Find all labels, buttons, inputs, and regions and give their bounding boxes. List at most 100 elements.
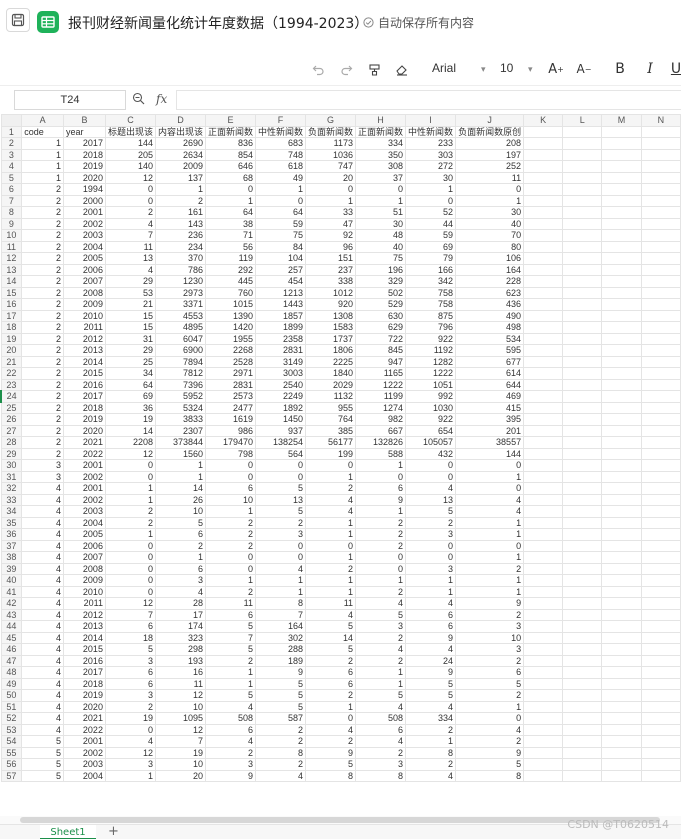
cell[interactable]: 2029 bbox=[305, 378, 357, 391]
cell[interactable]: 0 bbox=[405, 459, 457, 472]
cell[interactable]: 106 bbox=[455, 252, 525, 265]
cell[interactable]: 786 bbox=[154, 263, 206, 276]
cell[interactable]: 1955 bbox=[204, 332, 257, 345]
cell[interactable]: 5 bbox=[204, 620, 257, 633]
cell[interactable]: 1 bbox=[305, 194, 357, 207]
cell[interactable]: 2 bbox=[355, 585, 407, 598]
cell[interactable]: 395 bbox=[455, 413, 525, 426]
cell[interactable]: 1892 bbox=[254, 401, 307, 414]
cell[interactable]: 3 bbox=[355, 758, 407, 771]
cell[interactable]: 2008 bbox=[63, 286, 106, 299]
cell[interactable]: 4 bbox=[305, 505, 357, 518]
cell[interactable]: 2573 bbox=[204, 390, 257, 403]
cell[interactable]: 303 bbox=[405, 148, 457, 161]
cell[interactable]: 2358 bbox=[254, 332, 307, 345]
cell[interactable]: 75 bbox=[355, 252, 407, 265]
cell[interactable]: 0 bbox=[104, 574, 156, 587]
cell[interactable] bbox=[601, 493, 642, 506]
cell[interactable]: 2 bbox=[21, 367, 65, 380]
cell[interactable] bbox=[562, 631, 603, 644]
cell[interactable]: 508 bbox=[204, 712, 257, 725]
cell[interactable] bbox=[640, 125, 681, 138]
cell[interactable]: 4 bbox=[305, 723, 357, 736]
cell[interactable]: 12 bbox=[104, 171, 156, 184]
cell[interactable]: 11 bbox=[305, 597, 357, 610]
row-header[interactable]: 13 bbox=[0, 263, 23, 276]
cell[interactable]: 143 bbox=[154, 217, 206, 230]
cell[interactable]: 负面新闻数原创 bbox=[455, 125, 525, 138]
row-header[interactable]: 41 bbox=[0, 585, 23, 598]
italic-button[interactable]: I bbox=[644, 58, 656, 80]
cell[interactable]: 2003 bbox=[63, 505, 106, 518]
cell[interactable]: 1030 bbox=[405, 401, 457, 414]
cell[interactable]: 644 bbox=[455, 378, 525, 391]
cell[interactable]: 4 bbox=[204, 735, 257, 748]
cell[interactable]: 47 bbox=[305, 217, 357, 230]
cell[interactable]: 2015 bbox=[63, 367, 106, 380]
cell[interactable] bbox=[640, 470, 681, 483]
cell[interactable]: 2003 bbox=[63, 229, 106, 242]
cell[interactable] bbox=[640, 367, 681, 380]
undo-button[interactable] bbox=[309, 58, 327, 80]
cell[interactable] bbox=[601, 229, 642, 242]
cell[interactable] bbox=[523, 344, 564, 357]
cell[interactable]: 2 bbox=[21, 263, 65, 276]
cell[interactable]: 2019 bbox=[63, 160, 106, 173]
cell[interactable]: 7 bbox=[254, 608, 307, 621]
cell[interactable] bbox=[562, 413, 603, 426]
cell[interactable]: 0 bbox=[204, 183, 257, 196]
cell[interactable]: 2 bbox=[204, 654, 257, 667]
cell[interactable]: 1857 bbox=[254, 309, 307, 322]
column-header[interactable]: D bbox=[154, 114, 206, 127]
cell[interactable] bbox=[562, 367, 603, 380]
cell[interactable]: 1583 bbox=[305, 321, 357, 334]
cell[interactable]: 1 bbox=[254, 574, 307, 587]
cell[interactable]: 5 bbox=[305, 643, 357, 656]
cell[interactable]: 11 bbox=[204, 597, 257, 610]
cell[interactable] bbox=[640, 528, 681, 541]
cell[interactable] bbox=[640, 229, 681, 242]
cell[interactable] bbox=[640, 689, 681, 702]
cell[interactable]: 2 bbox=[204, 585, 257, 598]
cell[interactable]: 2 bbox=[21, 298, 65, 311]
cell[interactable]: 4 bbox=[21, 608, 65, 621]
cell[interactable]: 2 bbox=[254, 758, 307, 771]
cell[interactable] bbox=[523, 585, 564, 598]
cell[interactable]: 1 bbox=[355, 666, 407, 679]
cell[interactable]: 3 bbox=[104, 689, 156, 702]
cell[interactable] bbox=[562, 470, 603, 483]
sheet-tab[interactable]: Sheet1 bbox=[40, 825, 96, 839]
cell[interactable]: 2002 bbox=[63, 470, 106, 483]
cell[interactable]: 4 bbox=[21, 574, 65, 587]
cell[interactable]: 1420 bbox=[204, 321, 257, 334]
cell[interactable]: 1 bbox=[455, 528, 525, 541]
row-header[interactable]: 39 bbox=[0, 562, 23, 575]
cell[interactable]: 2013 bbox=[63, 344, 106, 357]
row-header[interactable]: 21 bbox=[0, 355, 23, 368]
cell[interactable]: 2 bbox=[21, 194, 65, 207]
cell[interactable]: 1 bbox=[154, 183, 206, 196]
cell[interactable]: 2 bbox=[355, 528, 407, 541]
cell[interactable] bbox=[601, 424, 642, 437]
cell[interactable]: 0 bbox=[455, 482, 525, 495]
cell[interactable] bbox=[640, 746, 681, 759]
column-header[interactable]: H bbox=[355, 114, 407, 127]
cell[interactable] bbox=[562, 562, 603, 575]
cell[interactable]: 1 bbox=[204, 677, 257, 690]
cell[interactable] bbox=[523, 355, 564, 368]
cell[interactable] bbox=[601, 608, 642, 621]
underline-button[interactable]: U bbox=[670, 58, 681, 80]
cell[interactable] bbox=[601, 367, 642, 380]
cell[interactable]: 6 bbox=[305, 666, 357, 679]
cell[interactable]: 12 bbox=[154, 723, 206, 736]
cell[interactable] bbox=[601, 505, 642, 518]
row-header[interactable]: 22 bbox=[0, 367, 23, 380]
row-header[interactable]: 28 bbox=[0, 436, 23, 449]
cell[interactable]: 3 bbox=[455, 643, 525, 656]
cell[interactable]: 1 bbox=[305, 574, 357, 587]
cell[interactable]: 2 bbox=[21, 309, 65, 322]
column-header[interactable]: M bbox=[601, 114, 642, 127]
cell[interactable]: 5 bbox=[21, 735, 65, 748]
cell[interactable]: 2021 bbox=[63, 712, 106, 725]
cell[interactable] bbox=[562, 229, 603, 242]
